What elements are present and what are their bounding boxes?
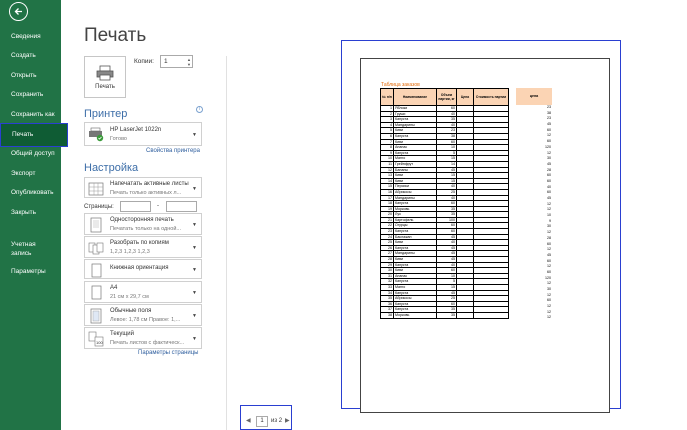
setting-subtitle: 1,2,3 1,2,3 1,2,3 <box>110 249 150 255</box>
page-number-input[interactable]: 1 <box>256 416 268 427</box>
settings-heading: Настройка <box>84 162 139 174</box>
scaling-select[interactable]: 100 Текущий Печать листов с фактическ...… <box>84 327 202 349</box>
panel-divider <box>226 56 227 430</box>
margins-icon <box>88 308 104 324</box>
printer-name: HP LaserJet 1022n <box>110 127 162 133</box>
col-header: Объем партии, кг <box>436 88 457 106</box>
nav-export[interactable]: Экспорт <box>0 165 68 183</box>
back-arrow-icon[interactable] <box>9 2 28 21</box>
collate-select[interactable]: Разобрать по копиям 1,2,3 1,2,3 1,2,3 ▼ <box>84 236 202 258</box>
print-button[interactable]: Печать <box>84 56 126 98</box>
printer-heading: Принтер <box>84 108 128 120</box>
info-icon[interactable]: i <box>196 106 203 113</box>
copies-spinner-icon[interactable]: ▲ ▼ <box>187 57 191 67</box>
nav-new[interactable]: Создать <box>0 47 68 65</box>
setting-title: Текущий <box>110 331 134 337</box>
setting-title: Напечатать активные листы <box>110 181 189 187</box>
pages-from-input[interactable] <box>120 201 151 212</box>
chevron-down-icon: ▼ <box>192 245 197 251</box>
paper-size-select[interactable]: A4 21 см x 29,7 см ▼ <box>84 281 202 303</box>
setting-subtitle: Левое: 1,78 см Правое: 1,... <box>110 317 181 323</box>
print-what-select[interactable]: Напечатать активные листы Печать только … <box>84 177 202 198</box>
copies-value: 1 <box>164 58 168 65</box>
next-page-icon[interactable]: ▶ <box>285 417 290 424</box>
margins-select[interactable]: Обычные поля Левое: 1,78 см Правое: 1,..… <box>84 304 202 326</box>
table-cell: Морковь <box>393 312 437 319</box>
collate-icon <box>88 240 104 256</box>
setting-title: Книжная ориентация <box>110 265 169 271</box>
pages-dash: - <box>157 203 159 209</box>
table-cell <box>473 312 509 319</box>
backstage-sidebar: Сведения Создать Открыть Сохранить Сохра… <box>0 0 68 430</box>
svg-text:100: 100 <box>96 340 103 345</box>
orders-table: № п/п Наименование Объем партии, кг Цена… <box>380 88 509 319</box>
portrait-icon <box>88 263 104 279</box>
pages-to-input[interactable] <box>166 201 197 212</box>
nav-close[interactable]: Закрыть <box>0 204 68 222</box>
nav-open[interactable]: Открыть <box>0 67 68 85</box>
chevron-down-icon: ▼ <box>192 313 197 319</box>
setting-title: Обычные поля <box>110 308 152 314</box>
setting-title: Разобрать по копиям <box>110 240 169 246</box>
page-title: Печать <box>84 25 147 46</box>
setting-title: A4 <box>110 285 118 291</box>
col-header: № п/п <box>380 88 394 106</box>
col-header: Наименование <box>393 88 437 106</box>
price-value: 12 <box>547 315 551 320</box>
chevron-down-icon: ▼ <box>192 336 197 342</box>
nav-publish[interactable]: Опубликовать <box>0 184 68 202</box>
price-column: цена 23 38 23 45 60 12 60 120 12 30 45 28 60 60 40 60 45… <box>516 88 552 321</box>
printer-icon <box>96 65 114 80</box>
col-header: Цена <box>456 88 474 106</box>
copies-input[interactable]: 1 ▲ ▼ <box>160 55 193 68</box>
nav-info[interactable]: Сведения <box>0 28 68 46</box>
sheets-icon <box>88 181 104 197</box>
printer-select[interactable]: HP LaserJet 1022n Готово ▼ <box>84 122 202 146</box>
nav-print[interactable]: Печать <box>0 123 68 147</box>
nav-share[interactable]: Общий доступ <box>0 145 68 163</box>
chevron-down-icon: ▼ <box>192 132 197 138</box>
chevron-down-icon: ▼ <box>192 267 197 273</box>
price-header: цена <box>516 88 552 105</box>
setting-subtitle: 21 см x 29,7 см <box>110 294 149 300</box>
page-total: из 2 <box>271 418 283 424</box>
page-setup-link[interactable]: Параметры страницы <box>138 350 199 356</box>
page-navigator: ◀ 1 из 2 ▶ <box>240 405 292 430</box>
print-button-label: Печать <box>95 83 115 90</box>
nav-save[interactable]: Сохранить <box>0 86 68 104</box>
setting-subtitle: Печать только активных л... <box>110 190 182 196</box>
table-row: 38 Морковь 35 <box>380 312 509 319</box>
nav-options[interactable]: Параметры <box>0 263 68 281</box>
setting-title: Односторонняя печать <box>110 217 174 223</box>
chevron-down-icon: ▼ <box>192 222 197 228</box>
nav-save-as[interactable]: Сохранить как <box>0 106 68 124</box>
setting-subtitle: Печать листов с фактическ... <box>110 340 185 346</box>
table-cell <box>456 312 474 319</box>
setting-subtitle: Печатать только на одной... <box>110 226 181 232</box>
sides-select[interactable]: Односторонняя печать Печатать только на … <box>84 213 202 235</box>
chevron-down-icon: ▼ <box>192 186 197 192</box>
pages-label: Страницы: <box>84 204 114 210</box>
scaling-icon: 100 <box>88 331 104 347</box>
nav-account[interactable]: Учетная запись <box>0 240 50 260</box>
table-cell: 35 <box>436 312 457 319</box>
col-header: Стоимость партии <box>473 88 509 106</box>
printer-status: Готово <box>110 136 127 142</box>
prev-page-icon[interactable]: ◀ <box>246 417 251 424</box>
printer-device-icon <box>88 126 104 142</box>
printer-properties-link[interactable]: Свойства принтера <box>146 148 200 154</box>
single-page-icon <box>88 217 104 233</box>
chevron-down-icon: ▼ <box>192 290 197 296</box>
table-cell: 38 <box>380 312 394 319</box>
paper-icon <box>88 285 104 301</box>
orientation-select[interactable]: Книжная ориентация ▼ <box>84 259 202 279</box>
copies-label: Копии: <box>134 58 154 65</box>
